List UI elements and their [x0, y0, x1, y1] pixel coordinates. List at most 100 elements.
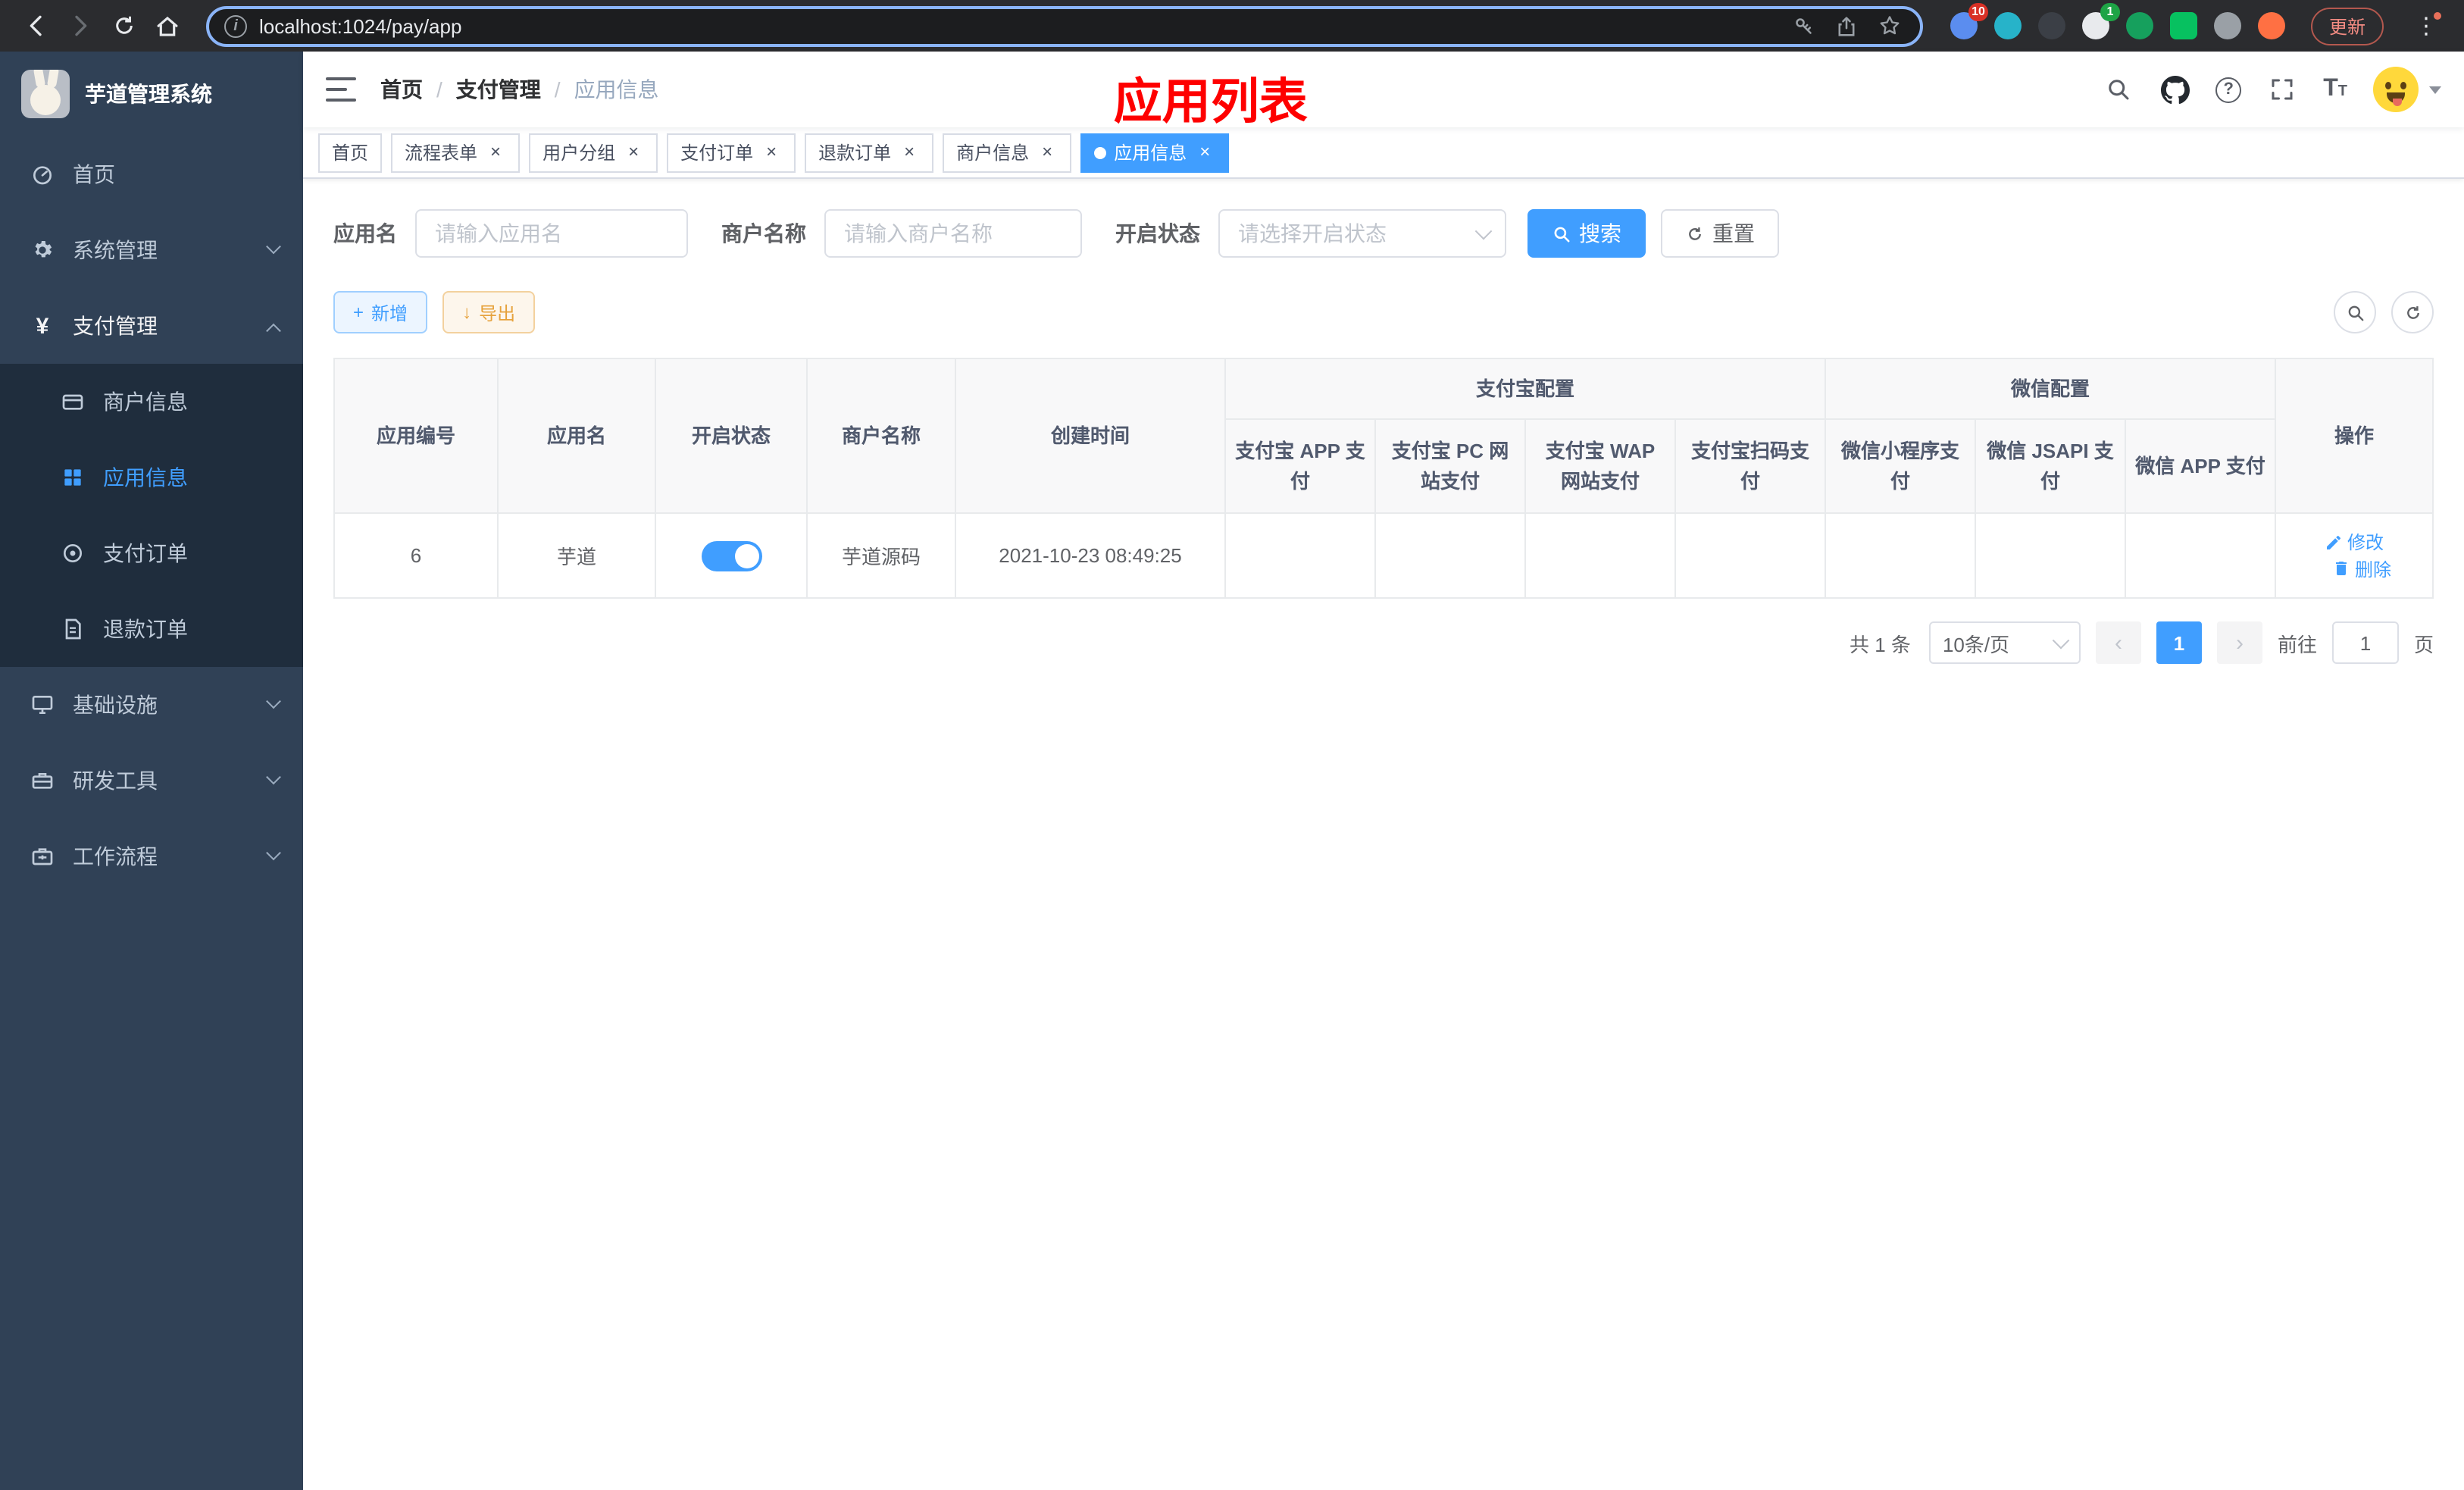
extension-icon[interactable]: 1 — [2081, 3, 2120, 39]
extension-icon[interactable]: 10 — [1950, 3, 1988, 39]
address-bar[interactable]: i localhost:1024/pay/app — [206, 5, 1923, 46]
browser-home-button[interactable] — [147, 5, 188, 46]
dashboard-icon — [30, 162, 55, 186]
close-icon[interactable]: × — [899, 141, 920, 163]
pencil-icon — [2327, 535, 2340, 549]
update-dot — [2434, 12, 2441, 20]
sidebar-item-workflow[interactable]: 工作流程 — [0, 819, 303, 894]
browser-update-button[interactable]: 更新 — [2310, 7, 2384, 45]
gear-icon — [30, 238, 55, 262]
sidebar-item-pay-order[interactable]: 支付订单 — [0, 515, 303, 591]
breadcrumb-separator: / — [554, 77, 561, 102]
caret-down-icon — [2429, 86, 2441, 93]
tab-label: 支付订单 — [680, 142, 754, 164]
sidebar-item-system[interactable]: 系统管理 — [0, 212, 303, 288]
tab-pay-order[interactable]: 支付订单 × — [667, 133, 796, 172]
cell-app-id: 6 — [333, 512, 499, 599]
extension-icon[interactable] — [2125, 12, 2153, 39]
reload-icon — [115, 16, 132, 34]
site-info-icon[interactable]: i — [224, 14, 247, 37]
reset-button[interactable]: 重置 — [1661, 209, 1779, 258]
help-icon[interactable]: ? — [2215, 77, 2242, 102]
close-icon[interactable]: × — [623, 141, 644, 163]
prev-page-button[interactable]: ‹ — [2095, 621, 2141, 664]
browser-toolbar: i localhost:1024/pay/app 10 1 更新 ⋮ — [0, 0, 2464, 52]
pin-extension-icon[interactable] — [2213, 12, 2241, 39]
add-button[interactable]: + 新增 — [333, 291, 428, 333]
browser-back-button[interactable] — [15, 5, 56, 46]
refresh-table-button[interactable] — [2391, 291, 2434, 333]
sidebar-item-label: 支付订单 — [103, 541, 188, 565]
toolbox-icon — [30, 768, 55, 793]
next-page-button[interactable]: › — [2216, 621, 2262, 664]
bookmark-star-icon[interactable] — [1875, 11, 1905, 41]
close-icon[interactable]: × — [1037, 141, 1058, 163]
tab-user-group[interactable]: 用户分组 × — [529, 133, 658, 172]
page-size-select[interactable]: 10条/页 — [1928, 621, 2081, 664]
font-size-icon[interactable]: TT — [2323, 77, 2347, 102]
toggle-search-button[interactable] — [2334, 291, 2376, 333]
page-1-button[interactable]: 1 — [2156, 621, 2202, 664]
tags-view-bar: 首页 流程表单 × 用户分组 × 支付订单 × 退款订单 × 商户信息 × 应用… — [303, 127, 2464, 179]
chevron-up-icon — [266, 322, 281, 338]
cell-status — [655, 512, 808, 599]
order-circle-icon — [61, 541, 85, 565]
profile-avatar-icon[interactable] — [2257, 12, 2285, 39]
sidebar-item-home[interactable]: 首页 — [0, 136, 303, 212]
col-wechat-app: 微信 APP 支付 — [2125, 418, 2277, 514]
delete-button[interactable]: 删除 — [2332, 556, 2391, 581]
browser-reload-button[interactable] — [103, 5, 144, 46]
navbar-actions: ? TT — [2103, 67, 2441, 112]
col-alipay-app: 支付宝 APP 支付 — [1224, 418, 1376, 514]
close-icon[interactable]: × — [485, 141, 506, 163]
app-name-label: 应用名 — [333, 221, 397, 246]
briefcase-icon — [30, 844, 55, 869]
page-title-annotation: 应用列表 — [1113, 74, 1308, 129]
extension-icon[interactable] — [1993, 12, 2022, 39]
edit-button[interactable]: 修改 — [2325, 529, 2384, 555]
browser-menu-button[interactable]: ⋮ — [2409, 12, 2443, 39]
status-toggle[interactable] — [701, 540, 761, 571]
tab-app-info[interactable]: 应用信息 × — [1080, 133, 1230, 172]
export-button[interactable]: ↓ 导出 — [442, 291, 536, 333]
extension-icon[interactable] — [2169, 12, 2197, 39]
merchant-name-input[interactable] — [824, 209, 1082, 258]
share-icon[interactable] — [1832, 11, 1862, 41]
tab-merchant-info[interactable]: 商户信息 × — [943, 133, 1072, 172]
search-icon — [2347, 305, 2363, 321]
tab-refund-order[interactable]: 退款订单 × — [805, 133, 934, 172]
close-icon[interactable]: × — [1194, 141, 1215, 163]
password-key-icon[interactable] — [1790, 11, 1820, 41]
col-app-id: 应用编号 — [333, 358, 499, 514]
sidebar-item-merchant-info[interactable]: 商户信息 — [0, 364, 303, 440]
col-status: 开启状态 — [655, 358, 808, 514]
tab-flow-form[interactable]: 流程表单 × — [391, 133, 521, 172]
browser-forward-button[interactable] — [59, 5, 100, 46]
sidebar-item-devtools[interactable]: 研发工具 — [0, 743, 303, 819]
hamburger-icon[interactable] — [326, 77, 356, 102]
sidebar-item-app-info[interactable]: 应用信息 — [0, 440, 303, 515]
user-menu[interactable] — [2373, 67, 2441, 112]
tab-home[interactable]: 首页 — [318, 133, 383, 172]
fullscreen-icon[interactable] — [2267, 74, 2297, 105]
screen: i localhost:1024/pay/app 10 1 更新 ⋮ 芋道管理系… — [0, 0, 2464, 1490]
active-dot-icon — [1094, 146, 1107, 158]
goto-page-input[interactable] — [2331, 621, 2399, 664]
breadcrumb-section[interactable]: 支付管理 — [456, 74, 541, 105]
app-name-input[interactable] — [415, 209, 688, 258]
github-icon[interactable] — [2159, 74, 2190, 105]
extension-icon[interactable] — [2037, 12, 2065, 39]
sidebar-item-refund-order[interactable]: 退款订单 — [0, 591, 303, 667]
sidebar-item-payment[interactable]: ¥ 支付管理 — [0, 288, 303, 364]
page-content: 应用名 商户名称 开启状态 请选择开启状态 搜索 重置 — [303, 179, 2464, 1490]
sidebar-item-infrastructure[interactable]: 基础设施 — [0, 667, 303, 743]
status-select-placeholder: 请选择开启状态 — [1238, 221, 1387, 246]
breadcrumb-home[interactable]: 首页 — [380, 74, 423, 105]
chevron-down-icon — [266, 238, 281, 254]
search-button[interactable]: 搜索 — [1527, 209, 1646, 258]
search-icon[interactable] — [2103, 74, 2134, 105]
breadcrumb-separator: / — [436, 77, 442, 102]
status-select[interactable]: 请选择开启状态 — [1218, 209, 1506, 258]
main-area: 应用列表 首页 / 支付管理 / 应用信息 ? TT 首页 流程表单 × 用户分… — [303, 52, 2464, 1490]
close-icon[interactable]: × — [761, 141, 782, 163]
